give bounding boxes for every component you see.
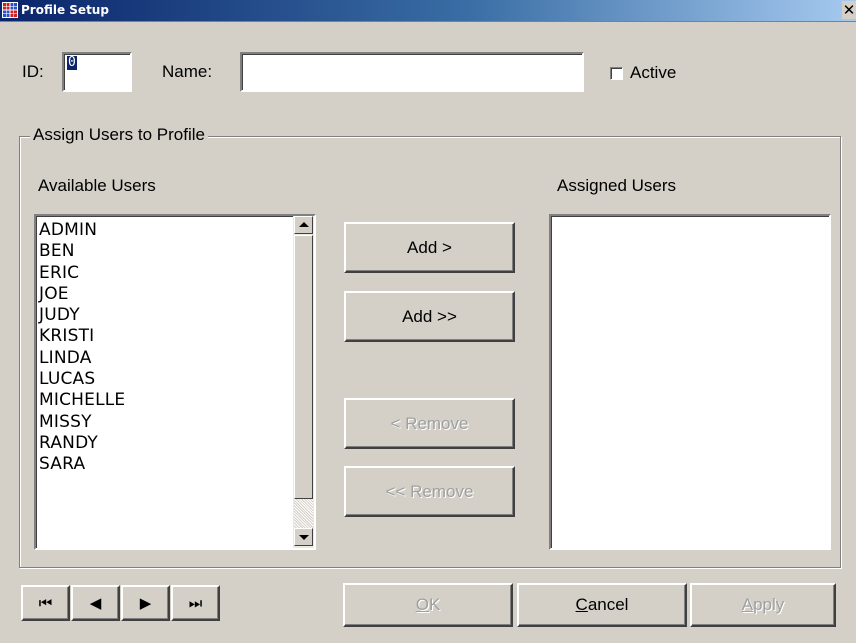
apply-mnemonic: A (741, 595, 754, 614)
scroll-down-icon (299, 535, 309, 540)
first-record-icon: ⏮ (38, 594, 53, 612)
scroll-up-icon (299, 222, 309, 227)
assigned-users-label: Assigned Users (557, 176, 677, 195)
available-users-items: ADMIN BEN ERIC JOE JUDY KRISTI LINDA LUCAS MICHE… (39, 220, 125, 476)
cancel-label-rest: ancel (587, 595, 629, 614)
remove-all-button[interactable]: << Remove (344, 466, 515, 517)
active-label: Active (630, 63, 677, 82)
active-checkbox[interactable] (610, 67, 623, 80)
scroll-thumb[interactable] (294, 235, 313, 499)
ok-button[interactable]: OK (343, 583, 513, 627)
assigned-users-list[interactable] (549, 214, 831, 550)
previous-record-button[interactable]: ◀ (71, 585, 120, 621)
list-item[interactable]: JOE (39, 284, 125, 305)
list-item[interactable]: ADMIN (39, 220, 125, 241)
remove-button[interactable]: < Remove (344, 398, 515, 449)
list-item[interactable]: MISSY (39, 412, 125, 433)
id-field[interactable]: 0 (62, 52, 132, 92)
add-button[interactable]: Add > (344, 222, 515, 273)
id-label: ID: (22, 62, 44, 81)
assign-users-group-title: Assign Users to Profile (30, 125, 208, 145)
first-record-button[interactable]: ⏮ (21, 585, 70, 621)
next-record-button[interactable]: ▶ (121, 585, 170, 621)
add-all-button[interactable]: Add >> (344, 291, 515, 342)
list-item[interactable]: KRISTI (39, 326, 125, 347)
close-icon[interactable]: ✕ (842, 1, 856, 19)
apply-button[interactable]: Apply (690, 583, 836, 627)
id-value: 0 (67, 55, 77, 70)
previous-record-icon: ◀ (89, 594, 102, 612)
list-item[interactable]: LUCAS (39, 369, 125, 390)
list-item[interactable]: BEN (39, 241, 125, 262)
cancel-button[interactable]: Cancel (517, 583, 687, 627)
scroll-down-button[interactable] (294, 528, 313, 546)
scroll-up-button[interactable] (294, 216, 313, 234)
list-item[interactable]: RANDY (39, 433, 125, 454)
list-item[interactable]: LINDA (39, 348, 125, 369)
ok-mnemonic: O (415, 595, 429, 614)
list-item[interactable]: ERIC (39, 263, 125, 284)
last-record-icon: ⏭ (188, 594, 203, 612)
available-users-scrollbar[interactable] (293, 216, 314, 548)
name-label: Name: (162, 62, 213, 81)
list-item[interactable]: SARA (39, 454, 125, 475)
available-users-list[interactable]: ADMIN BEN ERIC JOE JUDY KRISTI LINDA LUCAS MICHE… (34, 214, 316, 550)
available-users-label: Available Users (38, 176, 156, 195)
title-bar: Profile Setup ✕ (0, 0, 856, 22)
list-item[interactable]: JUDY (39, 305, 125, 326)
last-record-button[interactable]: ⏭ (171, 585, 220, 621)
name-field[interactable] (240, 52, 584, 92)
apply-label-rest: pply (753, 595, 785, 614)
window-title: Profile Setup (21, 3, 109, 17)
ok-label-rest: K (428, 595, 441, 614)
list-item[interactable]: MICHELLE (39, 390, 125, 411)
app-icon (2, 2, 18, 18)
cancel-mnemonic: C (575, 595, 588, 614)
next-record-icon: ▶ (139, 594, 152, 612)
